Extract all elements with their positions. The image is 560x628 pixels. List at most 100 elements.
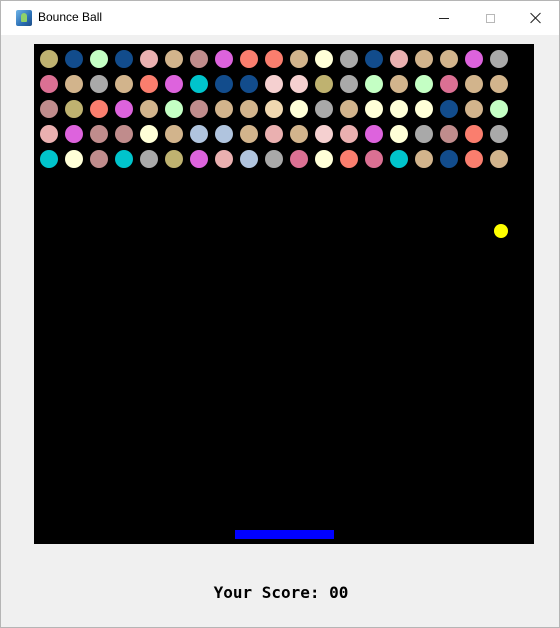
brick	[90, 75, 108, 93]
brick	[240, 100, 258, 118]
brick	[440, 50, 458, 68]
brick	[290, 50, 308, 68]
brick	[165, 150, 183, 168]
brick	[340, 100, 358, 118]
ball	[494, 224, 508, 238]
brick	[115, 150, 133, 168]
brick	[490, 75, 508, 93]
brick	[190, 50, 208, 68]
brick	[240, 50, 258, 68]
brick	[240, 125, 258, 143]
brick	[365, 150, 383, 168]
minimize-icon	[439, 17, 449, 19]
brick	[315, 75, 333, 93]
game-canvas[interactable]	[34, 44, 534, 544]
brick	[490, 50, 508, 68]
brick	[140, 125, 158, 143]
score-display: Your Score: 00	[1, 583, 560, 602]
brick	[365, 125, 383, 143]
brick	[215, 50, 233, 68]
brick	[290, 100, 308, 118]
brick	[90, 100, 108, 118]
close-button[interactable]	[513, 1, 559, 35]
brick	[390, 150, 408, 168]
brick	[315, 125, 333, 143]
brick	[65, 75, 83, 93]
brick	[340, 150, 358, 168]
brick	[290, 150, 308, 168]
brick	[315, 100, 333, 118]
brick	[165, 125, 183, 143]
brick	[65, 125, 83, 143]
brick	[65, 100, 83, 118]
brick	[465, 50, 483, 68]
brick	[140, 100, 158, 118]
brick	[215, 100, 233, 118]
app-icon	[16, 10, 32, 26]
paddle[interactable]	[235, 530, 334, 539]
brick	[115, 100, 133, 118]
brick	[365, 50, 383, 68]
brick	[440, 100, 458, 118]
brick	[440, 125, 458, 143]
brick	[240, 75, 258, 93]
brick	[415, 125, 433, 143]
brick	[465, 150, 483, 168]
brick	[265, 100, 283, 118]
brick	[465, 75, 483, 93]
brick	[190, 125, 208, 143]
brick	[90, 50, 108, 68]
brick	[440, 75, 458, 93]
brick	[115, 125, 133, 143]
brick	[465, 125, 483, 143]
brick	[265, 75, 283, 93]
brick	[415, 50, 433, 68]
brick	[65, 50, 83, 68]
bricks-group	[40, 50, 508, 168]
brick	[265, 150, 283, 168]
brick	[340, 75, 358, 93]
game-window: Bounce Ball Your Score: 00	[0, 0, 560, 628]
brick	[490, 150, 508, 168]
maximize-button[interactable]	[467, 1, 513, 35]
brick	[465, 100, 483, 118]
brick	[415, 75, 433, 93]
brick	[290, 125, 308, 143]
score-value: 00	[329, 583, 349, 602]
brick	[390, 125, 408, 143]
brick	[140, 75, 158, 93]
brick	[240, 150, 258, 168]
brick	[65, 150, 83, 168]
brick	[140, 150, 158, 168]
brick	[290, 75, 308, 93]
brick	[215, 75, 233, 93]
brick	[415, 100, 433, 118]
brick	[340, 125, 358, 143]
minimize-button[interactable]	[421, 1, 467, 35]
brick	[115, 75, 133, 93]
brick	[40, 75, 58, 93]
brick	[390, 100, 408, 118]
brick	[190, 150, 208, 168]
brick	[390, 50, 408, 68]
game-board	[34, 44, 534, 544]
brick	[165, 75, 183, 93]
brick	[365, 75, 383, 93]
title-bar[interactable]: Bounce Ball	[1, 1, 559, 35]
brick	[140, 50, 158, 68]
brick	[315, 50, 333, 68]
close-icon	[530, 12, 542, 24]
brick	[490, 125, 508, 143]
window-title: Bounce Ball	[38, 10, 103, 24]
brick	[440, 150, 458, 168]
brick	[40, 150, 58, 168]
brick	[265, 50, 283, 68]
brick	[90, 125, 108, 143]
brick	[190, 100, 208, 118]
brick	[40, 50, 58, 68]
brick	[165, 50, 183, 68]
maximize-icon	[485, 13, 495, 23]
brick	[90, 150, 108, 168]
brick	[415, 150, 433, 168]
brick	[40, 100, 58, 118]
